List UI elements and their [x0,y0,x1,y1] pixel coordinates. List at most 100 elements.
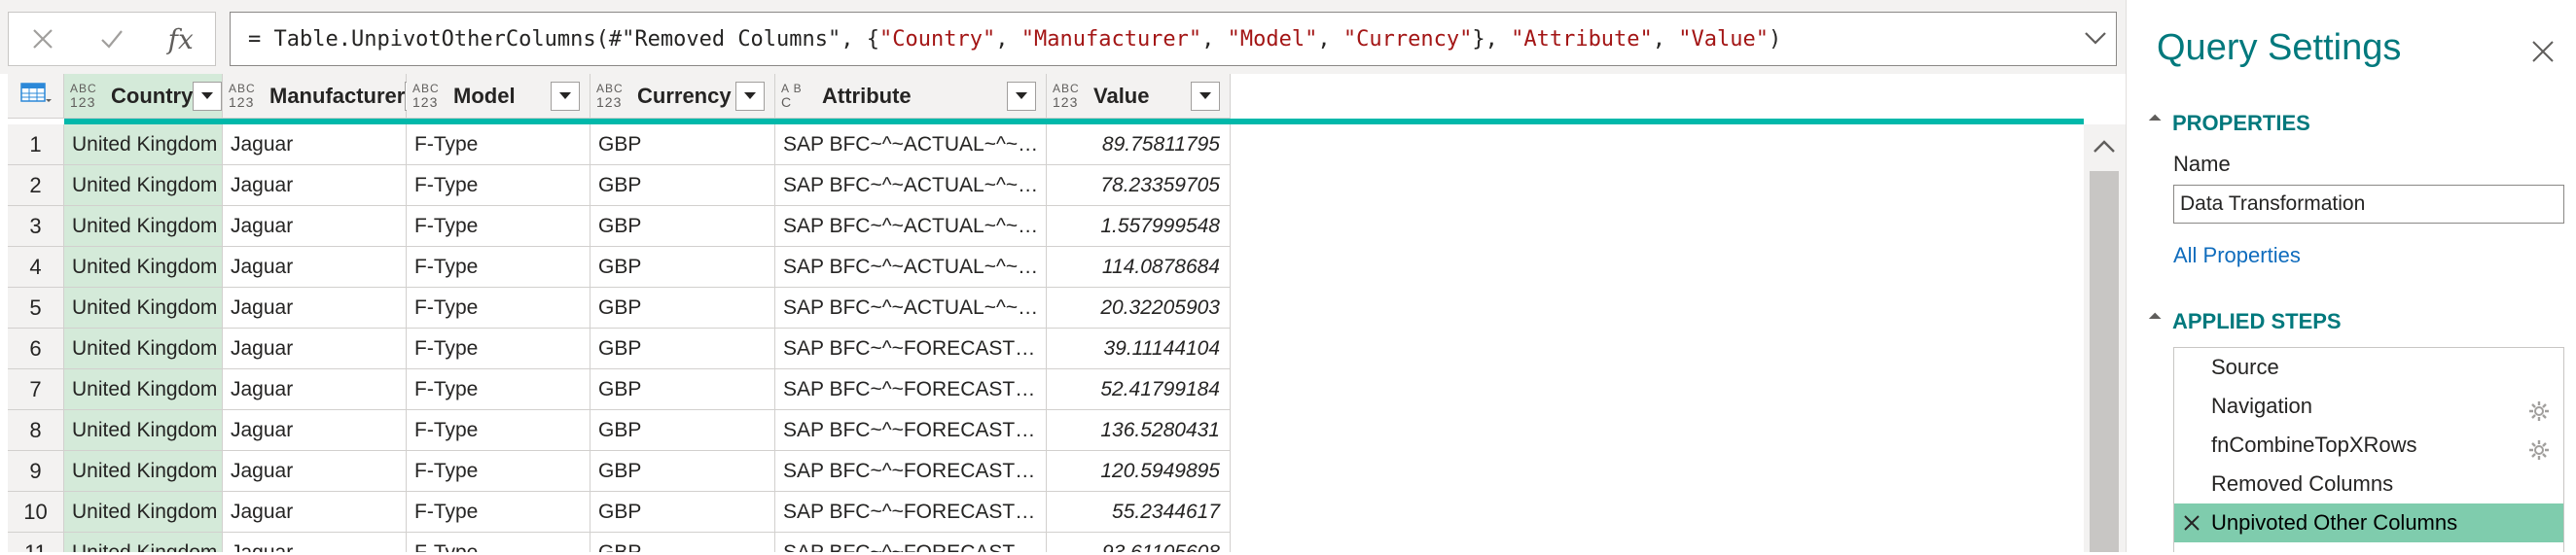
cell-attribute[interactable]: SAP BFC~^~FORECAST~^~31/07/2023 00:00:..… [775,369,1047,410]
cell-attribute[interactable]: SAP BFC~^~ACTUAL~^~31/05/2023 00:00:00 [775,288,1047,329]
cell-attribute[interactable]: SAP BFC~^~ACTUAL~^~31/01/2023 00:00:00 [775,124,1047,165]
cell-attribute[interactable]: SAP BFC~^~FORECAST~^~30/11/2023 00:00:..… [775,533,1047,552]
row-number[interactable]: 11 [8,533,64,552]
row-number[interactable]: 7 [8,369,64,410]
row-number[interactable]: 8 [8,410,64,451]
cell-model[interactable]: F-Type [407,369,590,410]
column-header-currency[interactable]: ABC 123 Currency [590,74,775,119]
row-number[interactable]: 4 [8,247,64,288]
cell-currency[interactable]: GBP [590,329,775,369]
row-number[interactable]: 3 [8,206,64,247]
cell-country[interactable]: United Kingdom [64,247,223,288]
cell-country[interactable]: United Kingdom [64,451,223,492]
cell-manufacturer[interactable]: Jaguar [223,206,407,247]
cell-country[interactable]: United Kingdom [64,533,223,552]
cell-model[interactable]: F-Type [407,410,590,451]
column-type-icon[interactable]: ABC 123 [1053,82,1093,111]
check-icon[interactable] [78,13,147,65]
cell-value[interactable]: 114.0878684 [1047,247,1231,288]
column-header-model[interactable]: ABC 123 Model [407,74,590,119]
column-header-value[interactable]: ABC 123 Value [1047,74,1231,119]
applied-step-item[interactable]: Removed Columns [2174,465,2563,503]
cell-value[interactable]: 39.11144104 [1047,329,1231,369]
cell-value[interactable]: 93.61105608 [1047,533,1231,552]
cell-attribute[interactable]: SAP BFC~^~ACTUAL~^~31/03/2023 00:00:00 [775,206,1047,247]
applied-step-item[interactable]: Navigation [2174,387,2563,426]
row-number[interactable]: 6 [8,329,64,369]
cell-model[interactable]: F-Type [407,451,590,492]
cell-country[interactable]: United Kingdom [64,288,223,329]
row-number[interactable]: 9 [8,451,64,492]
cell-manufacturer[interactable]: Jaguar [223,410,407,451]
row-number[interactable]: 2 [8,165,64,206]
row-number[interactable]: 1 [8,124,64,165]
cell-currency[interactable]: GBP [590,369,775,410]
column-header-manufacturer[interactable]: ABC 123 Manufacturer [223,74,435,119]
cell-value[interactable]: 120.5949895 [1047,451,1231,492]
cell-model[interactable]: F-Type [407,288,590,329]
cell-currency[interactable]: GBP [590,533,775,552]
cell-manufacturer[interactable]: Jaguar [223,247,407,288]
cell-manufacturer[interactable]: Jaguar [223,369,407,410]
cell-currency[interactable]: GBP [590,288,775,329]
column-header-country[interactable]: ABC 123 Country [64,74,223,119]
cell-currency[interactable]: GBP [590,451,775,492]
cell-currency[interactable]: GBP [590,124,775,165]
column-type-icon[interactable]: A B C [781,82,822,111]
filter-dropdown-icon[interactable] [193,81,223,111]
applied-steps-section-header[interactable]: APPLIED STEPS [2148,309,2342,334]
column-type-icon[interactable]: ABC 123 [596,82,637,111]
cell-model[interactable]: F-Type [407,206,590,247]
row-number[interactable]: 10 [8,492,64,533]
cell-currency[interactable]: GBP [590,165,775,206]
cell-currency[interactable]: GBP [590,247,775,288]
filter-dropdown-icon[interactable] [1191,81,1220,111]
cell-currency[interactable]: GBP [590,410,775,451]
filter-dropdown-icon[interactable] [551,81,580,111]
scrollbar-thumb[interactable] [2090,171,2119,552]
cell-attribute[interactable]: SAP BFC~^~ACTUAL~^~30/04/2023 00:00:00 [775,247,1047,288]
applied-step-item[interactable]: Source [2174,348,2563,387]
column-type-icon[interactable]: ABC 123 [229,82,269,111]
vertical-scrollbar[interactable] [2084,124,2126,552]
properties-section-header[interactable]: PROPERTIES [2148,111,2310,136]
cell-model[interactable]: F-Type [407,492,590,533]
cell-attribute[interactable]: SAP BFC~^~FORECAST~^~30/06/2023 00:00:..… [775,329,1047,369]
cell-attribute[interactable]: SAP BFC~^~FORECAST~^~31/08/2023 00:00:..… [775,410,1047,451]
cell-model[interactable]: F-Type [407,165,590,206]
cell-country[interactable]: United Kingdom [64,165,223,206]
gear-icon[interactable] [2528,434,2550,460]
table-menu-button[interactable] [8,74,64,119]
query-name-field[interactable]: Data Transformation [2173,185,2564,224]
cell-manufacturer[interactable]: Jaguar [223,124,407,165]
cell-currency[interactable]: GBP [590,206,775,247]
cell-country[interactable]: United Kingdom [64,206,223,247]
gear-icon[interactable] [2528,396,2550,421]
cell-value[interactable]: 55.2344617 [1047,492,1231,533]
cell-value[interactable]: 136.5280431 [1047,410,1231,451]
row-number[interactable]: 5 [8,288,64,329]
column-header-attribute[interactable]: A B C Attribute [775,74,1047,119]
cell-manufacturer[interactable]: Jaguar [223,451,407,492]
cell-currency[interactable]: GBP [590,492,775,533]
cell-attribute[interactable]: SAP BFC~^~FORECAST~^~30/09/2023 00:00:..… [775,451,1047,492]
cell-model[interactable]: F-Type [407,124,590,165]
chevron-up-icon[interactable] [2090,132,2119,161]
close-icon[interactable] [9,13,78,65]
cell-country[interactable]: United Kingdom [64,492,223,533]
cell-model[interactable]: F-Type [407,533,590,552]
cell-value[interactable]: 78.23359705 [1047,165,1231,206]
fx-button[interactable]: fx [146,13,215,65]
cell-manufacturer[interactable]: Jaguar [223,329,407,369]
close-icon[interactable] [2528,37,2558,66]
all-properties-link[interactable]: All Properties [2173,243,2301,268]
formula-input[interactable]: = Table.UnpivotOtherColumns(#"Removed Co… [230,12,2117,66]
cell-manufacturer[interactable]: Jaguar [223,533,407,552]
cell-attribute[interactable]: SAP BFC~^~ACTUAL~^~28/02/2023 00:00:00 [775,165,1047,206]
cell-attribute[interactable]: SAP BFC~^~FORECAST~^~31/10/2023 00:00:..… [775,492,1047,533]
cell-country[interactable]: United Kingdom [64,124,223,165]
delete-step-icon[interactable] [2182,503,2201,555]
cell-value[interactable]: 20.32205903 [1047,288,1231,329]
applied-step-item[interactable]: fnCombineTopXRows [2174,426,2563,465]
cell-country[interactable]: United Kingdom [64,369,223,410]
